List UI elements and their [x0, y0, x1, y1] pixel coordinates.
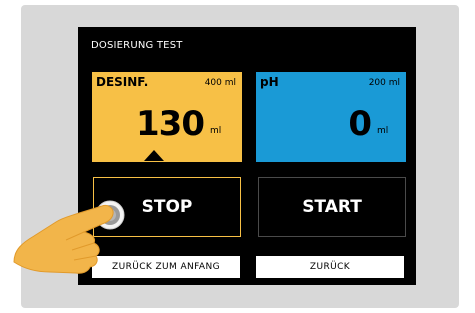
desinf-capacity: 400 ml	[204, 78, 236, 88]
back-to-start-button[interactable]: ZURÜCK ZUM ANFANG	[92, 256, 240, 278]
selected-indicator	[144, 150, 164, 161]
desinf-panel[interactable]: DESINF. 400 ml 130 ml	[92, 72, 242, 162]
desinf-value: 130	[136, 104, 205, 144]
ph-value: 0	[348, 104, 372, 144]
start-button[interactable]: START	[258, 177, 406, 237]
ph-unit: ml	[377, 126, 389, 136]
back-button[interactable]: ZURÜCK	[256, 256, 404, 278]
ph-capacity: 200 ml	[368, 78, 400, 88]
stop-button[interactable]: STOP	[93, 177, 241, 237]
desinf-label: DESINF.	[96, 75, 149, 89]
desinf-unit: ml	[210, 126, 222, 136]
ph-label: pH	[260, 75, 279, 89]
ph-panel[interactable]: pH 200 ml 0 ml	[256, 72, 406, 162]
screen-title: DOSIERUNG TEST	[91, 40, 183, 51]
dosing-screen: DOSIERUNG TEST DESINF. 400 ml 130 ml pH …	[78, 27, 416, 285]
